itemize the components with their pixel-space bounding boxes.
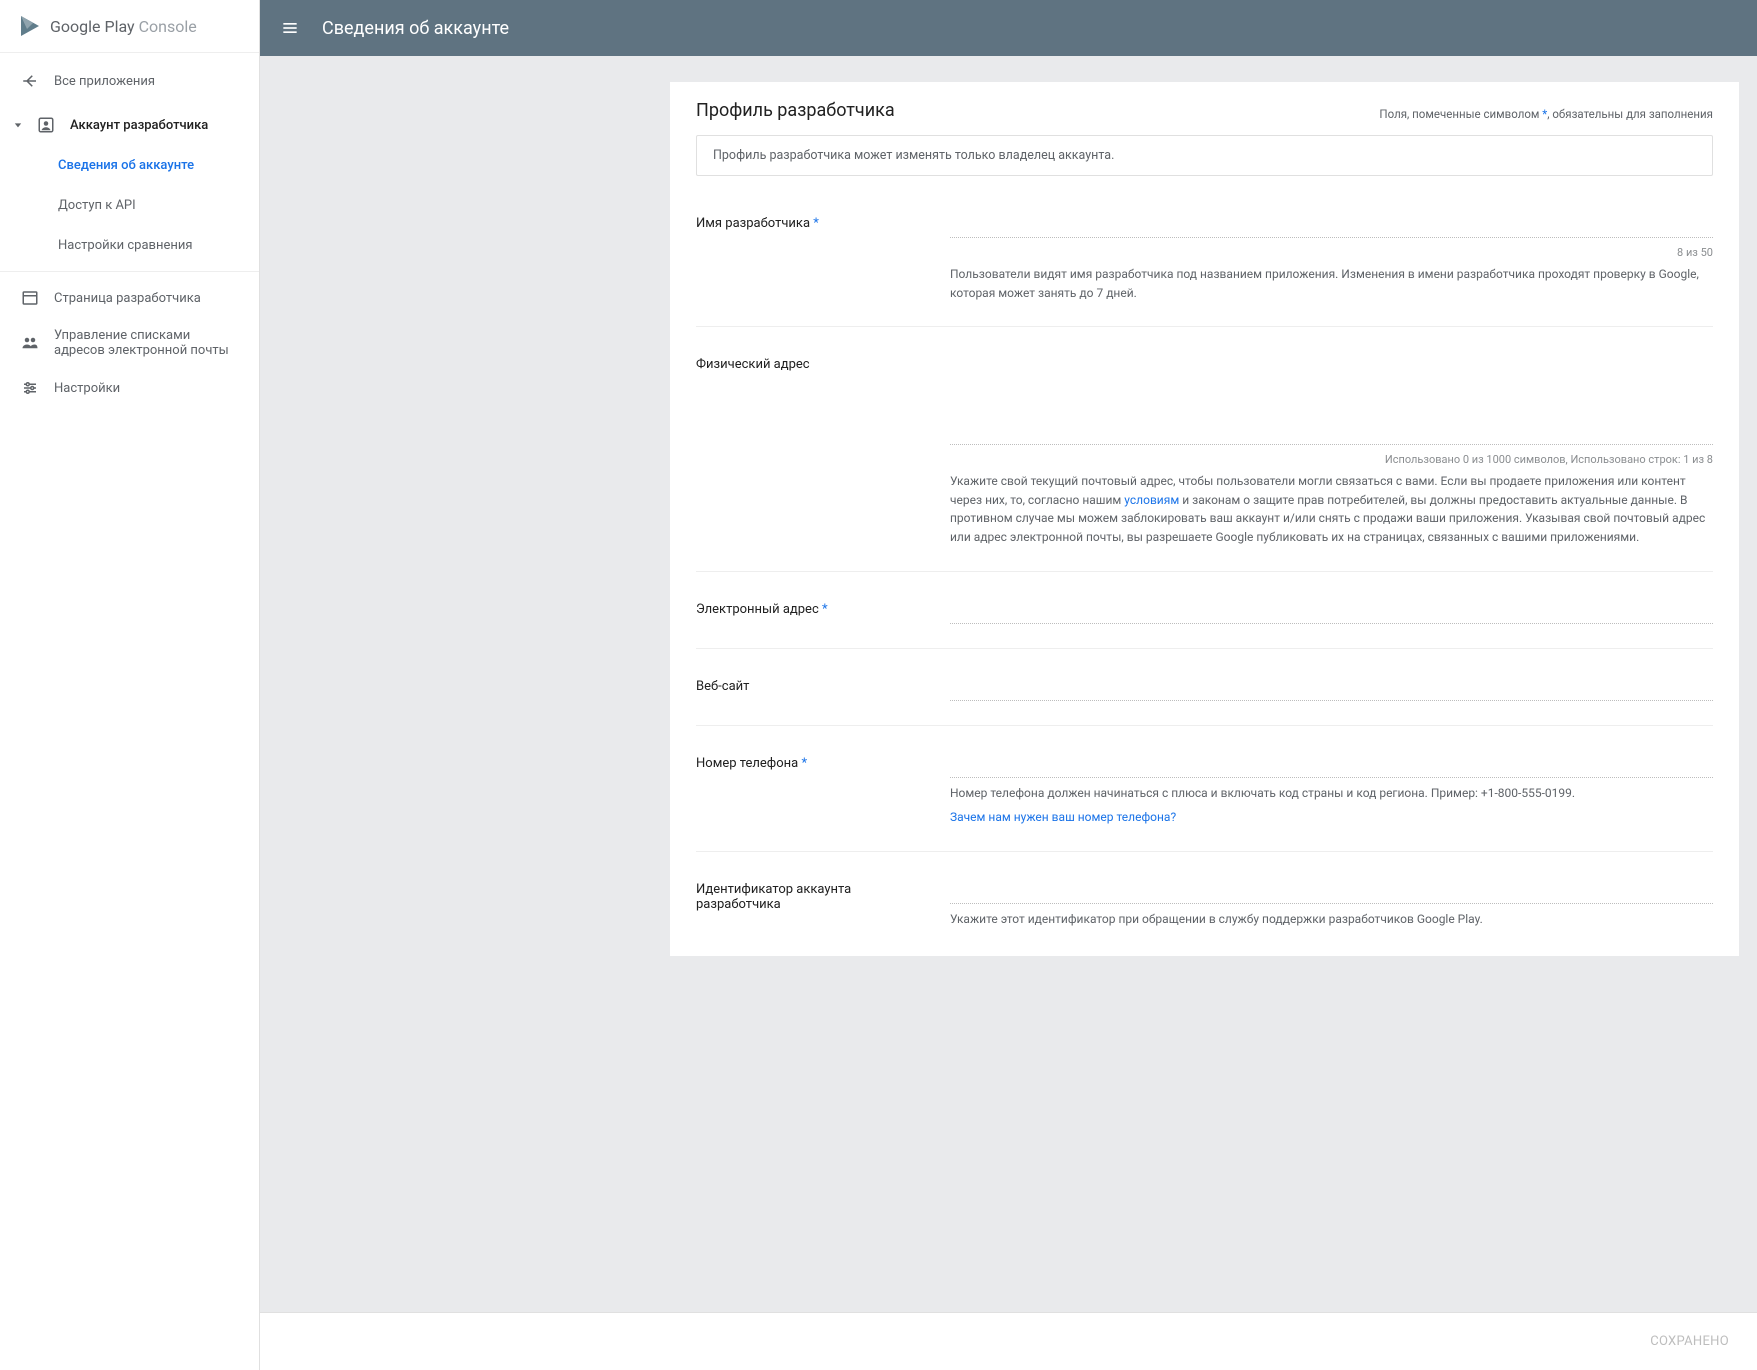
field-label: Электронный адрес * xyxy=(696,602,828,617)
sidebar-item-account-details[interactable]: Сведения об аккаунте xyxy=(58,145,259,185)
account-id-input[interactable] xyxy=(950,880,1713,904)
sidebar-nav: Все приложения Аккаунт разработчика Свед… xyxy=(0,53,259,416)
field-label: Физический адрес xyxy=(696,357,810,372)
char-counter: Использовано 0 из 1000 символов, Использ… xyxy=(950,453,1713,466)
sidebar-item-dev-account[interactable]: Аккаунт разработчика xyxy=(0,105,259,145)
required-hint: Поля, помеченные символом *, обязательны… xyxy=(1379,107,1713,121)
field-hint: Номер телефона должен начинаться с плюса… xyxy=(950,784,1713,803)
footer-bar: СОХРАНЕНО xyxy=(260,1312,1757,1370)
arrow-back-icon xyxy=(20,71,40,91)
char-counter: 8 из 50 xyxy=(950,246,1713,259)
sidebar-item-label: Страница разработчика xyxy=(54,291,201,306)
field-hint: Пользователи видят имя разработчика под … xyxy=(950,265,1713,302)
sidebar-item-dev-page[interactable]: Страница разработчика xyxy=(0,278,259,318)
sidebar-item-label: Настройки xyxy=(54,381,120,396)
page-header: Сведения об аккаунте xyxy=(260,0,1757,56)
sidebar-item-all-apps[interactable]: Все приложения xyxy=(0,61,259,101)
logo-text: Google PlayConsole xyxy=(50,17,197,36)
field-hint: Укажите этот идентификатор при обращении… xyxy=(950,910,1713,929)
address-input[interactable] xyxy=(950,355,1713,445)
field-dev-name: Имя разработчика * 8 из 50 Пользователи … xyxy=(696,186,1713,327)
account-box-icon xyxy=(36,115,56,135)
sidebar-item-label: Все приложения xyxy=(54,74,155,89)
sidebar: Google PlayConsole Все приложения Аккаун… xyxy=(0,0,260,1370)
field-address: Физический адрес Использовано 0 из 1000 … xyxy=(696,327,1713,571)
owner-only-banner: Профиль разработчика может изменять толь… xyxy=(696,135,1713,176)
dev-name-input[interactable] xyxy=(950,214,1713,238)
sidebar-item-label: Сведения об аккаунте xyxy=(58,158,194,173)
menu-button[interactable] xyxy=(278,16,302,40)
sidebar-item-label: Аккаунт разработчика xyxy=(70,118,208,133)
developer-profile-card: Профиль разработчика Поля, помеченные си… xyxy=(670,82,1739,956)
field-email: Электронный адрес * xyxy=(696,572,1713,649)
caret-down-icon xyxy=(14,121,22,129)
sidebar-item-label: Управление списками адресов электронной … xyxy=(54,328,239,358)
save-button[interactable]: СОХРАНЕНО xyxy=(1650,1334,1729,1349)
web-page-icon xyxy=(20,288,40,308)
email-input[interactable] xyxy=(950,600,1713,624)
play-console-logo-icon xyxy=(18,14,42,38)
terms-link[interactable]: условиям xyxy=(1124,493,1179,507)
page-title: Сведения об аккаунте xyxy=(322,18,509,39)
sidebar-item-label: Настройки сравнения xyxy=(58,238,193,253)
field-label: Номер телефона * xyxy=(696,756,807,771)
content: Профиль разработчика Поля, помеченные си… xyxy=(260,56,1757,1370)
field-label: Идентификатор аккаунта разработчика xyxy=(696,882,851,912)
phone-input[interactable] xyxy=(950,754,1713,778)
tune-icon xyxy=(20,378,40,398)
why-phone-link[interactable]: Зачем нам нужен ваш номер телефона? xyxy=(950,810,1176,824)
people-icon xyxy=(20,333,40,353)
website-input[interactable] xyxy=(950,677,1713,701)
sidebar-item-compare-settings[interactable]: Настройки сравнения xyxy=(58,225,259,265)
sidebar-item-settings[interactable]: Настройки xyxy=(0,368,259,408)
logo[interactable]: Google PlayConsole xyxy=(0,0,259,53)
field-label: Веб-сайт xyxy=(696,679,749,694)
field-label: Имя разработчика * xyxy=(696,216,819,231)
field-website: Веб-сайт xyxy=(696,649,1713,726)
divider xyxy=(0,271,259,272)
field-phone: Номер телефона * Номер телефона должен н… xyxy=(696,726,1713,852)
card-title: Профиль разработчика xyxy=(696,100,895,121)
sidebar-item-api-access[interactable]: Доступ к API xyxy=(58,185,259,225)
sidebar-item-email-lists[interactable]: Управление списками адресов электронной … xyxy=(0,318,259,368)
field-hint: Укажите свой текущий почтовый адрес, что… xyxy=(950,472,1713,546)
field-account-id: Идентификатор аккаунта разработчика Укаж… xyxy=(696,852,1713,953)
sidebar-item-label: Доступ к API xyxy=(58,198,136,213)
